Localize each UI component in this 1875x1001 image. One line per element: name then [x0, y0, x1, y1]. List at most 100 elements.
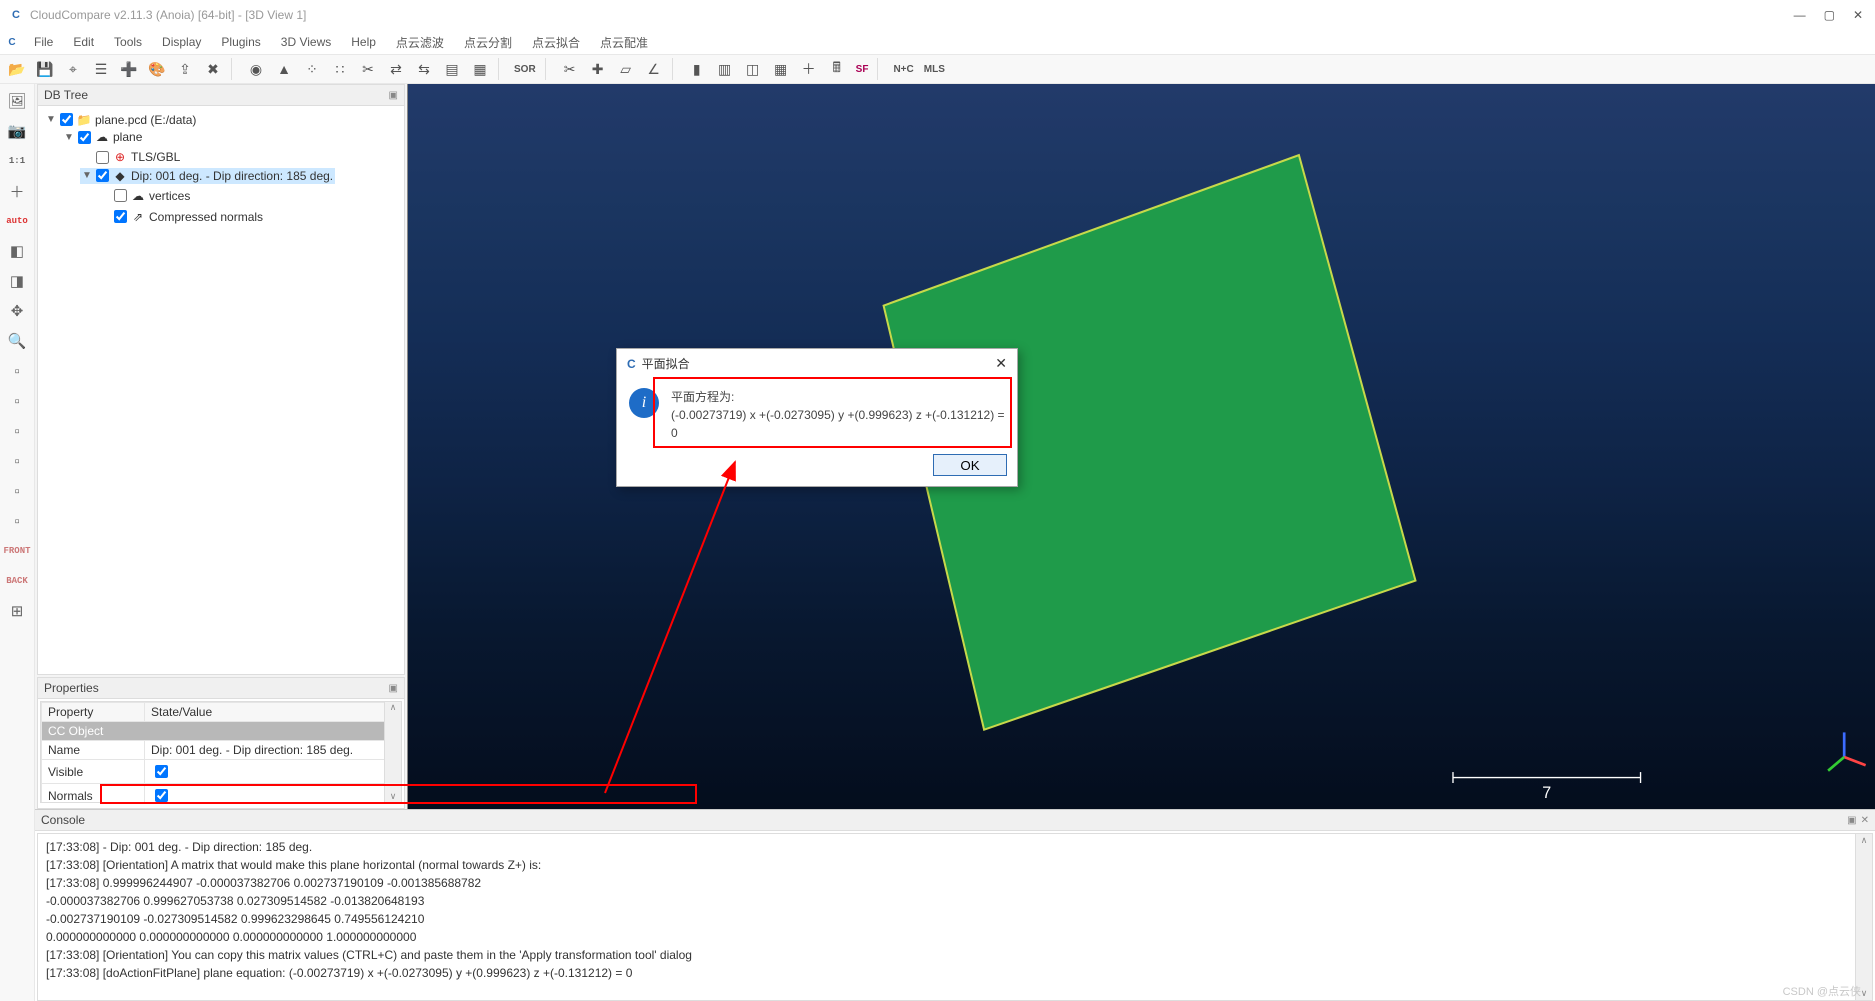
db-tree-undock-icon[interactable]: ▣ [389, 90, 398, 101]
db-tree-body[interactable]: ▼ 📁 plane.pcd (E:/data) ▼ [38, 106, 404, 674]
tree-check-plane[interactable] [78, 131, 91, 144]
view-cube-front-icon[interactable]: FRONT [4, 538, 30, 564]
open-file-icon[interactable]: 📂 [4, 57, 30, 81]
tree-label[interactable]: TLS/GBL [131, 150, 180, 164]
tree-label[interactable]: vertices [149, 189, 190, 203]
colors-icon[interactable]: 🎨 [144, 57, 170, 81]
window-maximize-icon[interactable]: ▢ [1824, 8, 1835, 22]
plus-small-icon[interactable]: ＋ [4, 178, 30, 204]
translate-icon[interactable]: ✥ [4, 298, 30, 324]
tree-label[interactable]: plane [113, 130, 142, 144]
properties-scrollbar[interactable] [384, 702, 401, 802]
dialog-ok-button[interactable]: OK [933, 454, 1007, 476]
menu-pc-filter[interactable]: 点云滤波 [388, 32, 452, 53]
segment-icon[interactable]: ✂ [355, 57, 381, 81]
camera-icon[interactable]: 📷 [4, 118, 30, 144]
view-bottom-icon[interactable]: ▫ [4, 508, 30, 534]
view-front-icon[interactable]: ▫ [4, 388, 30, 414]
menubar-app-icon: C [4, 34, 20, 50]
info-icon: i [629, 388, 659, 418]
clone-icon[interactable]: ◉ [243, 57, 269, 81]
menu-plugins[interactable]: Plugins [213, 33, 268, 51]
view-left-icon[interactable]: ▫ [4, 418, 30, 444]
rasterize-icon[interactable]: ▦ [467, 57, 493, 81]
pcv-icon[interactable]: ✂ [557, 57, 583, 81]
list-icon[interactable]: ☰ [88, 57, 114, 81]
view-top-icon[interactable]: ▫ [4, 358, 30, 384]
mls-icon[interactable]: MLS [920, 57, 949, 81]
view-cube-back-icon[interactable]: BACK [4, 568, 30, 594]
prop-visible-check[interactable] [155, 765, 168, 778]
zoom-icon[interactable]: 🔍 [4, 328, 30, 354]
one-to-one-icon[interactable]: 1:1 [4, 148, 30, 174]
viewport-scale-bar: 7 [1453, 772, 1641, 802]
tree-collapse-icon[interactable]: ▼ [46, 114, 56, 125]
scalar-icon[interactable]: ◫ [740, 57, 766, 81]
subsample-icon[interactable]: ⁘ [299, 57, 325, 81]
delete-icon[interactable]: ✖ [200, 57, 226, 81]
add-entity-icon[interactable]: ➕ [116, 57, 142, 81]
target-icon: ⊕ [113, 150, 127, 164]
tree-collapse-icon[interactable]: ▼ [82, 170, 92, 181]
menu-tools[interactable]: Tools [106, 33, 150, 51]
tree-label[interactable]: Dip: 001 deg. - Dip direction: 185 deg. [131, 169, 333, 183]
menu-display[interactable]: Display [154, 33, 209, 51]
tree-check-root[interactable] [60, 113, 73, 126]
view-right-icon[interactable]: ▫ [4, 478, 30, 504]
console-body[interactable]: [17:33:08] - Dip: 001 deg. - Dip directi… [37, 833, 1873, 1001]
menu-pc-fit[interactable]: 点云拟合 [524, 32, 588, 53]
view-back-icon[interactable]: ▫ [4, 448, 30, 474]
menu-pc-register[interactable]: 点云配准 [592, 32, 656, 53]
align-icon[interactable]: ⇄ [383, 57, 409, 81]
fit-plane-dialog: C 平面拟合 ✕ i 平面方程为: (-0.00273719) x +(-0.0… [616, 348, 1018, 487]
dialog-close-icon[interactable]: ✕ [995, 355, 1007, 372]
cross-icon[interactable]: ✚ [585, 57, 611, 81]
calc-icon[interactable]: 🖩 [824, 57, 850, 81]
prop-normals-check[interactable] [155, 789, 168, 802]
sample-points-icon[interactable]: ∷ [327, 57, 353, 81]
app-icon: C [8, 7, 24, 23]
mesh-icon[interactable]: ▲ [271, 57, 297, 81]
auto-icon[interactable]: auto [4, 208, 30, 234]
menu-help[interactable]: Help [343, 33, 384, 51]
ransac-icon[interactable]: ∠ [641, 57, 667, 81]
cube-iso-right-icon[interactable]: ◨ [4, 268, 30, 294]
menu-3d-views[interactable]: 3D Views [273, 33, 339, 51]
menu-file[interactable]: File [26, 33, 61, 51]
console-scrollbar[interactable] [1855, 834, 1872, 1000]
stats-icon[interactable]: ▥ [712, 57, 738, 81]
section-icon[interactable]: ▤ [439, 57, 465, 81]
viewport-3d[interactable]: 7 C 平面拟合 ✕ i 平面方程为: [407, 84, 1875, 809]
menu-edit[interactable]: Edit [65, 33, 102, 51]
point-picker-icon[interactable]: ⌖ [60, 57, 86, 81]
menu-pc-segment[interactable]: 点云分割 [456, 32, 520, 53]
cube-iso-front-icon[interactable]: ◧ [4, 238, 30, 264]
export-icon[interactable]: ⇪ [172, 57, 198, 81]
window-close-icon[interactable]: ✕ [1853, 8, 1863, 22]
properties-undock-icon[interactable]: ▣ [389, 683, 398, 694]
save-icon[interactable]: 💾 [32, 57, 58, 81]
register-icon[interactable]: ⇆ [411, 57, 437, 81]
grid-icon[interactable]: ⊞ [4, 598, 30, 624]
tree-collapse-icon[interactable]: ▼ [64, 132, 74, 143]
properties-panel: Properties ▣ Property State/Value [37, 677, 405, 809]
view-image-icon[interactable]: 🖼 [4, 88, 30, 114]
tree-check-dip[interactable] [96, 169, 109, 182]
grid-icon[interactable]: ▦ [768, 57, 794, 81]
sor-icon[interactable]: SOR [510, 57, 540, 81]
histogram-icon[interactable]: ▮ [684, 57, 710, 81]
tree-check-vertices[interactable] [114, 189, 127, 202]
console-undock-icon[interactable]: ▣ [1847, 815, 1856, 826]
sf-icon[interactable]: SF [852, 57, 873, 81]
plane-icon[interactable]: ▱ [613, 57, 639, 81]
tree-check-normals[interactable] [114, 210, 127, 223]
nc-icon[interactable]: N+C [889, 57, 917, 81]
console-close-icon[interactable]: ✕ [1861, 815, 1869, 826]
tree-label[interactable]: Compressed normals [149, 210, 263, 224]
console-line: [17:33:08] [Orientation] A matrix that w… [46, 856, 1864, 874]
tree-check-tls[interactable] [96, 151, 109, 164]
plus-icon[interactable]: ＋ [796, 57, 822, 81]
tree-label[interactable]: plane.pcd (E:/data) [95, 113, 196, 127]
window-minimize-icon[interactable]: — [1794, 8, 1806, 22]
console-line: [17:33:08] 0.999996244907 -0.00003738270… [46, 874, 1864, 892]
